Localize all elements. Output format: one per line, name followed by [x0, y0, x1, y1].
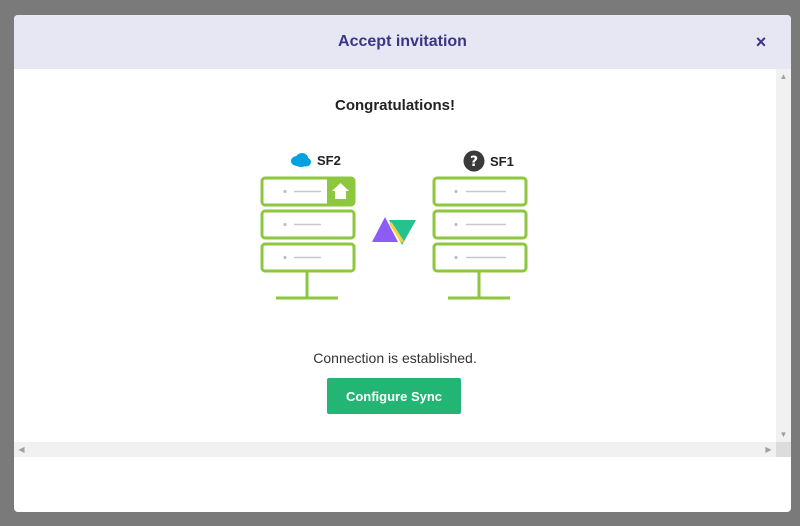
close-icon[interactable]: × — [751, 32, 771, 52]
scrollbar-corner — [776, 442, 791, 457]
svg-text:?: ? — [470, 154, 478, 170]
scroll-right-icon[interactable]: ▶ — [761, 442, 776, 457]
server-name-sf1: SF1 — [490, 153, 514, 169]
modal-title: Accept invitation — [338, 33, 467, 50]
server-sf1-rows — [454, 190, 506, 259]
modal-body: Congratulations! SF2 ? SF1 Connection is… — [14, 69, 791, 457]
server-sf2-rows — [283, 190, 321, 259]
salesforce-cloud-icon — [291, 153, 311, 167]
server-label-sf2: SF2 — [290, 152, 341, 168]
server-name-sf2: SF2 — [317, 152, 341, 168]
horizontal-scrollbar[interactable]: ◀ ▶ — [14, 442, 776, 457]
connection-status-text: Connection is established. — [313, 350, 477, 366]
scroll-up-icon[interactable]: ▲ — [776, 69, 791, 84]
modal-header: Accept invitation × — [14, 15, 791, 69]
configure-sync-button[interactable]: Configure Sync — [327, 378, 461, 414]
home-icon — [327, 178, 354, 205]
server-sf1-graphic — [432, 176, 528, 300]
server-label-sf1: ? SF1 — [463, 150, 514, 172]
scroll-left-icon[interactable]: ◀ — [14, 442, 29, 457]
question-icon: ? — [463, 150, 485, 172]
modal-content: Congratulations! SF2 ? SF1 Connection is… — [14, 69, 776, 442]
exalate-logo-icon — [372, 217, 416, 245]
accept-invitation-dialog: Accept invitation × Congratulations! SF2… — [14, 15, 791, 512]
vertical-scrollbar[interactable]: ▲ ▼ — [776, 69, 791, 442]
scroll-down-icon[interactable]: ▼ — [776, 427, 791, 442]
